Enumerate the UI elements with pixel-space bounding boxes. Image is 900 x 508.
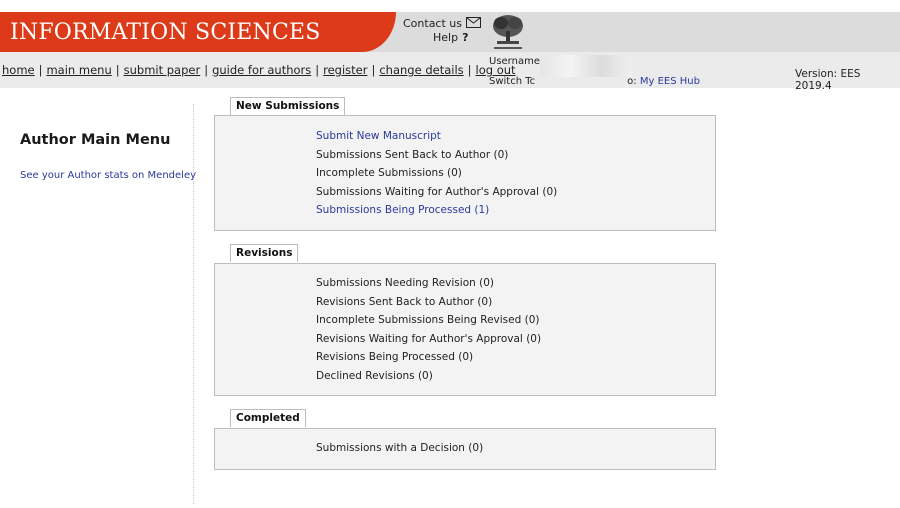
nav-guide-for-authors-link[interactable]: guide for authors xyxy=(212,63,311,77)
nav-separator: | xyxy=(371,63,376,77)
list-item: Submissions Sent Back to Author (0) xyxy=(316,148,509,161)
help-label: Help xyxy=(433,31,459,44)
nav-separator: | xyxy=(315,63,320,77)
question-mark-icon: ? xyxy=(462,31,469,44)
list-item: Revisions Waiting for Author's Approval … xyxy=(316,332,542,345)
nav-main-menu-link[interactable]: main menu xyxy=(46,63,111,77)
list-item: Revisions Sent Back to Author (0) xyxy=(316,295,493,308)
contact-us-link[interactable]: Contact us xyxy=(403,17,481,30)
revisions-heading: Revisions xyxy=(230,244,299,262)
submissions-being-processed-link[interactable]: Submissions Being Processed (1) xyxy=(316,201,557,220)
top-navigation: home | main menu | submit paper | guide for au… xyxy=(2,63,516,77)
list-item: Submissions with a Decision (0) xyxy=(316,442,484,454)
switch-to-suffix: o: xyxy=(627,76,637,87)
user-info: Username Switch Tc o: My EES Hub xyxy=(489,55,700,88)
nav-register-link[interactable]: register xyxy=(323,63,367,77)
nav-separator: | xyxy=(115,63,120,77)
completed-list: Submissions with a Decision (0) xyxy=(316,439,483,458)
nav-home-link[interactable]: home xyxy=(2,63,35,77)
help-link[interactable]: Help? xyxy=(433,31,468,44)
username-label: Username xyxy=(489,56,540,67)
nav-separator: | xyxy=(204,63,209,77)
list-item: Submissions Needing Revision (0) xyxy=(316,277,494,289)
nav-change-details-link[interactable]: change details xyxy=(379,63,463,77)
redacted-username xyxy=(539,55,632,77)
submit-new-manuscript-link[interactable]: Submit New Manuscript xyxy=(316,127,557,146)
list-item: Declined Revisions (0) xyxy=(316,369,433,382)
nav-separator: | xyxy=(467,63,472,77)
author-main-menu-title: Author Main Menu xyxy=(20,132,171,148)
completed-heading: Completed xyxy=(230,409,306,427)
version-label: Version: EES 2019.4 xyxy=(795,68,861,92)
list-item: Submissions Waiting for Author's Approva… xyxy=(316,185,558,198)
my-ees-hub-link[interactable]: My EES Hub xyxy=(640,76,700,87)
list-item: Incomplete Submissions Being Revised (0) xyxy=(316,314,540,326)
list-item: Revisions Being Processed (0) xyxy=(316,351,474,363)
switch-to-prefix: Switch Tc xyxy=(489,76,536,87)
nav-separator: | xyxy=(38,63,43,77)
contact-us-label: Contact us xyxy=(403,17,462,30)
mendeley-stats-link[interactable]: See your Author stats on Mendeley xyxy=(20,170,196,181)
journal-title: INFORMATION SCIENCES xyxy=(10,20,321,45)
nav-submit-paper-link[interactable]: submit paper xyxy=(124,63,201,77)
new-submissions-list: Submit New Manuscript Submissions Sent B… xyxy=(316,127,557,220)
list-item: Incomplete Submissions (0) xyxy=(316,167,462,179)
revisions-list: Submissions Needing Revision (0) Revisio… xyxy=(316,274,541,385)
envelope-icon xyxy=(466,17,481,28)
new-submissions-heading: New Submissions xyxy=(230,97,346,115)
sidebar-divider xyxy=(193,104,194,504)
elsevier-tree-logo-icon xyxy=(491,13,525,53)
